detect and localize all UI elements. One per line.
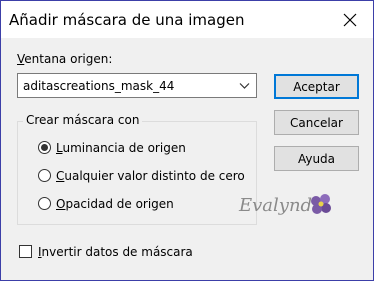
help-button[interactable]: Ayuda <box>274 146 359 171</box>
window-title: Añadir máscara de una imagen <box>9 11 245 29</box>
close-button[interactable] <box>326 1 373 38</box>
source-window-label: Ventana origen: <box>17 52 113 66</box>
chevron-down-icon <box>239 83 250 89</box>
source-window-select[interactable]: aditascreations_mask_44 <box>17 73 257 98</box>
radio-any-nonzero[interactable] <box>38 169 51 182</box>
radio-opacity-label[interactable]: Opacidad de origen <box>56 197 174 211</box>
accept-button[interactable]: Aceptar <box>274 74 359 99</box>
invert-checkbox[interactable] <box>19 245 32 258</box>
radio-luminance[interactable] <box>38 141 51 154</box>
watermark-text: Evalynda <box>238 195 323 216</box>
title-bar: Añadir máscara de una imagen <box>1 1 373 38</box>
close-icon <box>343 13 356 26</box>
dialog-window: Añadir máscara de una imagen Ventana ori… <box>0 0 374 281</box>
violet-flower-icon <box>311 194 331 214</box>
radio-luminance-label[interactable]: Luminancia de origen <box>56 141 186 155</box>
invert-checkbox-label[interactable]: Invertir datos de máscara <box>38 245 193 259</box>
radio-any-nonzero-label[interactable]: Cualquier valor distinto de cero <box>56 169 245 183</box>
create-mask-group-title: Crear máscara con <box>23 113 143 127</box>
source-window-value: aditascreations_mask_44 <box>23 79 175 93</box>
radio-opacity[interactable] <box>38 197 51 210</box>
radio-selected-dot <box>41 144 48 151</box>
watermark: Evalynda <box>237 186 337 225</box>
cancel-button[interactable]: Cancelar <box>274 110 359 135</box>
